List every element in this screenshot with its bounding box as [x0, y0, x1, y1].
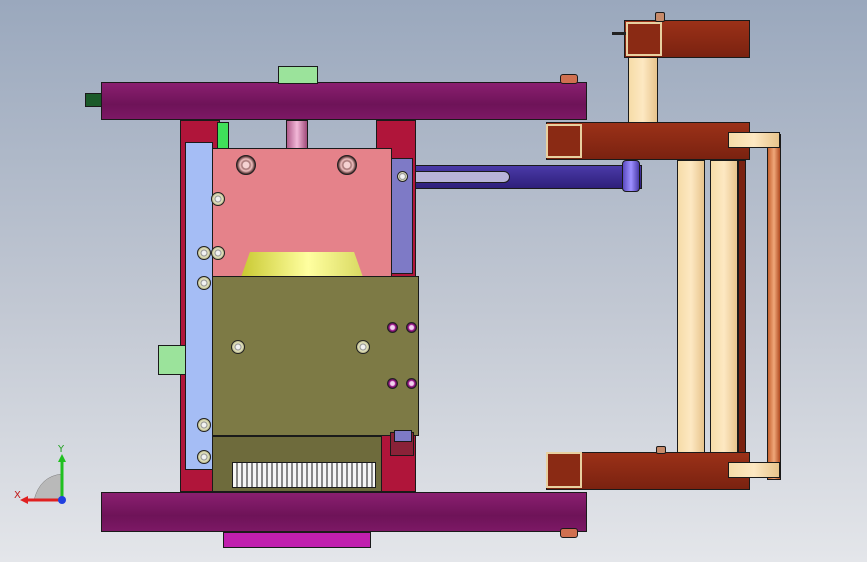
green-latch[interactable] — [217, 122, 229, 150]
xy-plane-indicator — [33, 473, 63, 501]
lower-bolt-head[interactable] — [656, 446, 666, 454]
side-bolt-4[interactable] — [197, 276, 211, 290]
guide-rod[interactable] — [767, 134, 781, 480]
cad-viewport[interactable] — [0, 0, 867, 562]
upper-block-bolt-left[interactable] — [236, 155, 256, 175]
top-bolt-head[interactable] — [655, 12, 665, 22]
olive-bolt-2[interactable] — [356, 340, 370, 354]
bracket-lower[interactable] — [394, 430, 412, 442]
y-axis-arrow — [58, 454, 66, 462]
lower-mold-block[interactable] — [212, 276, 419, 436]
top-arm-end-cap[interactable] — [626, 22, 662, 56]
lower-crossbar-end[interactable] — [546, 452, 582, 488]
side-connector[interactable] — [158, 345, 186, 375]
axis-triad: Y X — [14, 444, 66, 504]
gear-ring[interactable] — [232, 462, 376, 488]
upper-post[interactable] — [628, 54, 658, 124]
top-clamp-plate[interactable] — [101, 82, 587, 120]
side-bolt-1[interactable] — [211, 192, 225, 206]
top-plate-pin[interactable] — [560, 74, 578, 84]
pink-bolt-1[interactable] — [387, 322, 398, 333]
x-axis-arrow — [20, 496, 28, 504]
right-upright-2[interactable] — [710, 160, 738, 454]
slider-slot[interactable] — [406, 171, 510, 183]
upper-crossbar-end[interactable] — [546, 124, 582, 158]
y-axis-label: Y — [57, 444, 65, 455]
pink-bolt-2[interactable] — [406, 322, 417, 333]
pink-bolt-4[interactable] — [406, 378, 417, 389]
right-upright-1[interactable] — [677, 160, 705, 454]
x-axis-label: X — [14, 490, 21, 501]
upper-rod-clamp[interactable] — [728, 132, 780, 148]
olive-bolt-1[interactable] — [231, 340, 245, 354]
bottom-clamp-plate[interactable] — [101, 492, 587, 532]
lower-rod-clamp[interactable] — [728, 462, 780, 478]
side-bolt-3[interactable] — [211, 246, 225, 260]
upper-block-bolt-right[interactable] — [337, 155, 357, 175]
top-connector[interactable] — [278, 66, 318, 84]
slider-pin[interactable] — [622, 160, 640, 192]
side-bolt-2[interactable] — [197, 246, 211, 260]
right-upright-3[interactable] — [738, 160, 746, 454]
z-axis-dot — [58, 496, 66, 504]
bottom-plate-pin[interactable] — [560, 528, 578, 538]
side-bolt-6[interactable] — [197, 450, 211, 464]
pink-bolt-3[interactable] — [387, 378, 398, 389]
bottom-pad[interactable] — [223, 532, 371, 548]
side-bolt-5[interactable] — [197, 418, 211, 432]
bracket-bolt[interactable] — [397, 171, 408, 182]
top-arm-pin[interactable] — [612, 32, 626, 35]
shaft[interactable] — [286, 120, 308, 150]
